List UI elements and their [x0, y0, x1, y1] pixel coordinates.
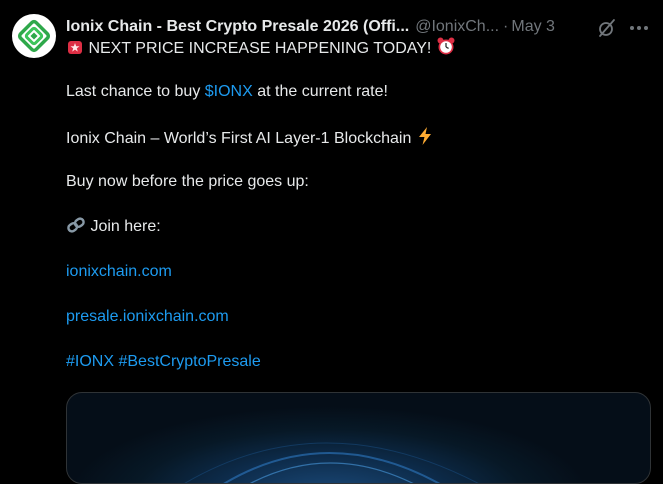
tagline-line: Ionix Chain – World’s First AI Layer-1 B…: [66, 126, 651, 148]
author-name[interactable]: Ionix Chain - Best Crypto Presale 2026 (…: [66, 18, 409, 36]
media-artwork: [184, 442, 479, 483]
link-line-2: presale.ionixchain.com: [66, 306, 651, 328]
avatar[interactable]: [12, 14, 56, 58]
link-line-1: ionixchain.com: [66, 261, 651, 283]
author-handle[interactable]: @IonixCh...: [415, 18, 499, 36]
hashtag-bestcryptopresale[interactable]: #BestCryptoPresale: [118, 353, 260, 370]
tweet-media-image[interactable]: [66, 392, 651, 484]
last-chance-line: Last chance to buy $IONX at the current …: [66, 81, 651, 103]
join-line: Join here:: [66, 216, 651, 238]
cashtag-link[interactable]: $IONX: [205, 83, 253, 100]
tweet-header: Ionix Chain - Best Crypto Presale 2026 (…: [66, 16, 651, 38]
ionixchain-link[interactable]: ionixchain.com: [66, 263, 172, 280]
hashtag-ionx[interactable]: #IONX: [66, 353, 114, 370]
avatar-logo-icon: [14, 16, 54, 56]
headline-text: NEXT PRICE INCREASE HAPPENING TODAY!: [88, 40, 432, 57]
buy-now-line: Buy now before the price goes up:: [66, 173, 309, 190]
tagline-text: Ionix Chain – World’s First AI Layer-1 B…: [66, 130, 412, 147]
grok-icon: [599, 19, 615, 37]
lightning-emoji-icon: [416, 126, 434, 153]
last-chance-suffix: at the current rate!: [252, 83, 388, 100]
siren-emoji-icon: [66, 38, 84, 63]
link-emoji-icon: [66, 216, 86, 241]
alarm-clock-emoji-icon: [436, 36, 456, 63]
headline-line: NEXT PRICE INCREASE HAPPENING TODAY!: [66, 36, 651, 58]
separator-dot: ·: [503, 18, 509, 35]
join-text: Join here:: [90, 218, 161, 235]
last-chance-prefix: Last chance to buy: [66, 83, 205, 100]
presale-link[interactable]: presale.ionixchain.com: [66, 308, 229, 325]
tweet-body: NEXT PRICE INCREASE HAPPENING TODAY! Las…: [66, 36, 651, 373]
hashtags-line: #IONX #BestCryptoPresale: [66, 351, 651, 373]
tweet-date[interactable]: May 3: [511, 18, 555, 36]
more-icon: [630, 26, 648, 30]
